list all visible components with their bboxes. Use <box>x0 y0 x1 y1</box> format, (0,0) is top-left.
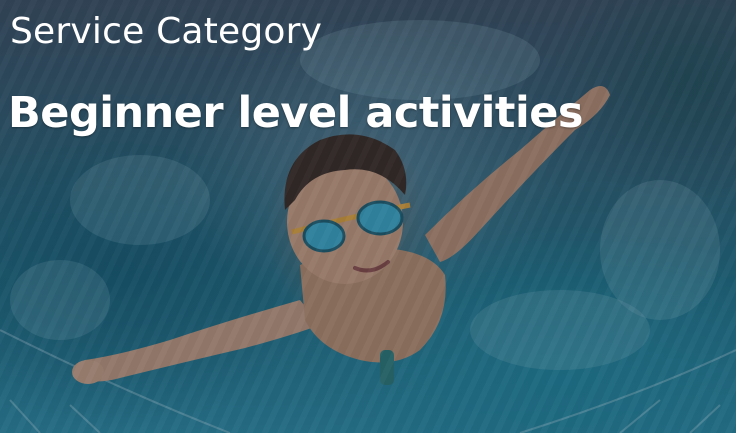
service-card[interactable]: Service Category Beginner level activiti… <box>0 0 738 435</box>
card-title[interactable]: Beginner level activities <box>8 89 583 137</box>
image-dim-overlay <box>0 0 736 433</box>
service-category-label: Service Category <box>10 11 323 52</box>
